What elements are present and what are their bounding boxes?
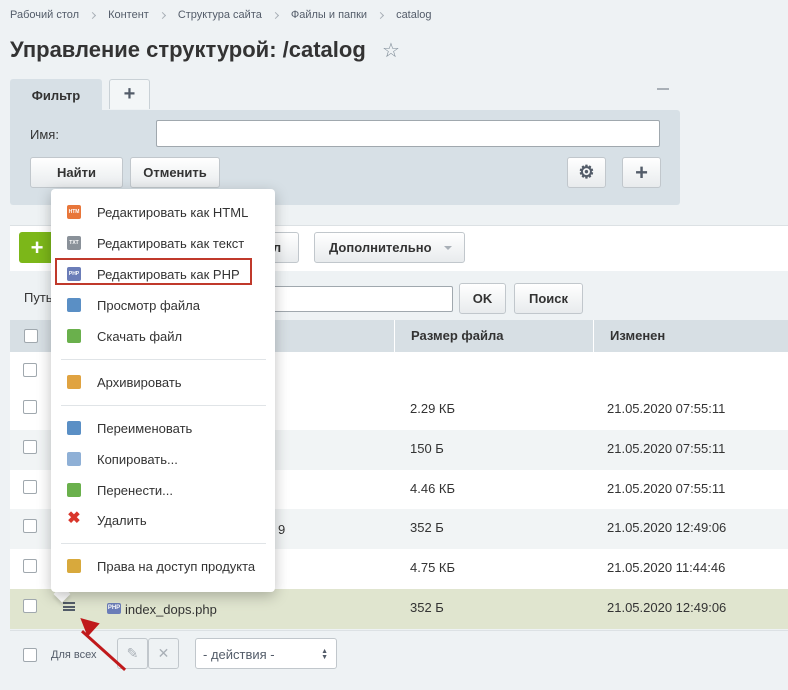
path-input[interactable] [255, 286, 453, 312]
path-label: Путь [24, 290, 53, 305]
ok-button[interactable]: OK [459, 283, 506, 314]
archive-icon [67, 375, 81, 389]
row-checkbox[interactable] [23, 440, 37, 454]
file-modified: 21.05.2020 12:49:06 [607, 600, 727, 615]
breadcrumb-item-site-structure[interactable]: Структура сайта [178, 9, 262, 21]
actions-select[interactable]: - действия - ▲ ▼ [195, 638, 337, 669]
column-header-modified[interactable]: Изменен [593, 320, 788, 352]
star-icon[interactable]: ☆ [382, 39, 400, 63]
menu-item-label: Архивировать [97, 374, 182, 390]
table-row-selected[interactable]: index_dops.php 352 Б 21.05.2020 12:49:06 [10, 589, 788, 629]
add-button[interactable]: + [19, 232, 55, 263]
breadcrumb: Рабочий стол Контент Структура сайта Фай… [10, 9, 432, 21]
chevron-right-icon [89, 11, 97, 19]
file-modified: 21.05.2020 12:49:06 [607, 520, 727, 535]
menu-item-move[interactable]: Перенести... [51, 475, 275, 505]
column-header-size[interactable]: Размер файла [394, 320, 593, 352]
breadcrumb-item-desktop[interactable]: Рабочий стол [10, 9, 79, 21]
file-modified: 21.05.2020 07:55:11 [607, 441, 726, 456]
menu-item-label: Просмотр файла [97, 297, 200, 313]
actions-select-value: - действия - [203, 647, 275, 662]
menu-separator [61, 359, 266, 360]
tab-filter[interactable]: Фильтр [10, 79, 102, 112]
file-size: 150 Б [410, 441, 444, 456]
select-all-checkbox[interactable] [24, 329, 38, 343]
menu-item-edit-html[interactable]: HTM Редактировать как HTML [51, 197, 275, 227]
menu-item-label: Удалить [97, 512, 147, 528]
breadcrumb-item-catalog[interactable]: catalog [396, 9, 431, 21]
edit-text-icon: TXT [67, 236, 81, 250]
menu-item-label: Скачать файл [97, 328, 183, 344]
menu-item-label: Копировать... [97, 451, 178, 467]
menu-item-access-rights[interactable]: Права на доступ продукта [51, 551, 275, 581]
menu-item-rename[interactable]: Переименовать [51, 413, 275, 443]
file-modified: 21.05.2020 07:55:11 [607, 481, 726, 496]
file-size: 352 Б [410, 600, 444, 615]
for-all-label: Для всех [51, 649, 97, 661]
find-button[interactable]: Найти [30, 157, 123, 188]
search-button[interactable]: Поиск [514, 283, 583, 314]
add-filter-field-button[interactable]: + [622, 157, 661, 188]
gear-icon[interactable]: ⚙ [567, 157, 606, 188]
menu-item-label: Редактировать как HTML [97, 204, 249, 220]
chevron-right-icon [158, 11, 166, 19]
menu-separator [61, 405, 266, 406]
row-checkbox[interactable] [23, 519, 37, 533]
file-size: 4.75 КБ [410, 560, 456, 575]
rename-icon [67, 421, 81, 435]
chevron-right-icon [271, 11, 279, 19]
menu-separator [61, 543, 266, 544]
menu-item-label: Редактировать как текст [97, 235, 245, 251]
breadcrumb-item-files-folders[interactable]: Файлы и папки [291, 9, 367, 21]
name-label: Имя: [30, 127, 59, 142]
menu-item-copy[interactable]: Копировать... [51, 444, 275, 474]
copy-icon [67, 452, 81, 466]
for-all-checkbox[interactable] [23, 648, 37, 662]
menu-item-delete[interactable]: ✖ Удалить [51, 505, 275, 535]
file-name-fragment[interactable]: 9 [278, 522, 285, 537]
row-checkbox[interactable] [23, 363, 37, 377]
more-button-label: Дополнительно [329, 240, 432, 255]
more-button[interactable]: Дополнительно [314, 232, 465, 263]
file-size: 4.46 КБ [410, 481, 456, 496]
file-name[interactable]: index_dops.php [125, 602, 217, 617]
name-input[interactable] [156, 120, 660, 147]
menu-item-label: Перенести... [97, 482, 173, 498]
view-file-icon [67, 298, 81, 312]
menu-item-edit-text[interactable]: TXT Редактировать как текст [51, 228, 275, 258]
row-checkbox[interactable] [23, 480, 37, 494]
delete-icon: ✖ [67, 510, 81, 527]
chevron-down-icon [444, 246, 452, 250]
cancel-button[interactable]: Отменить [130, 157, 220, 188]
row-checkbox[interactable] [23, 400, 37, 414]
menu-item-label: Переименовать [97, 420, 193, 436]
menu-item-archive[interactable]: Архивировать [51, 367, 275, 397]
add-filter-tab-button[interactable]: + [109, 79, 150, 109]
menu-item-download-file[interactable]: Скачать файл [51, 321, 275, 351]
delete-icon[interactable]: ✕ [148, 638, 179, 669]
breadcrumb-item-content[interactable]: Контент [108, 9, 149, 21]
row-checkbox[interactable] [23, 599, 37, 613]
move-icon [67, 483, 81, 497]
row-checkbox[interactable] [23, 559, 37, 573]
context-menu: HTM Редактировать как HTML TXT Редактиро… [51, 189, 275, 592]
download-file-icon [67, 329, 81, 343]
highlight-box [55, 258, 252, 285]
php-file-icon: PHP [107, 603, 121, 614]
select-arrows-icon: ▲ ▼ [321, 648, 328, 661]
file-size: 352 Б [410, 520, 444, 535]
file-modified: 21.05.2020 07:55:11 [607, 401, 726, 416]
page-title: Управление структурой: /catalog [10, 37, 366, 62]
file-size: 2.29 КБ [410, 401, 456, 416]
file-modified: 21.05.2020 11:44:46 [607, 560, 726, 575]
collapse-icon[interactable] [657, 88, 669, 90]
menu-item-label: Права на доступ продукта [97, 558, 256, 574]
chevron-right-icon [377, 11, 385, 19]
row-menu-icon[interactable] [63, 602, 75, 611]
menu-item-view-file[interactable]: Просмотр файла [51, 290, 275, 320]
edit-html-icon: HTM [67, 205, 81, 219]
access-rights-icon [67, 559, 81, 573]
